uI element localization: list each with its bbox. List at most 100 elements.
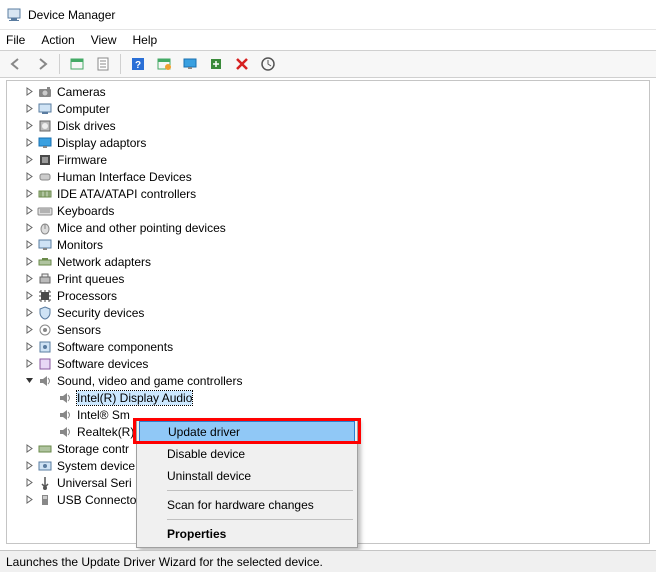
tree-item-label: Human Interface Devices	[57, 170, 192, 184]
tree-item[interactable]: Computer	[7, 100, 649, 117]
tree-item[interactable]: Firmware	[7, 151, 649, 168]
toolbar-uninstall-button[interactable]	[230, 53, 254, 75]
expand-icon[interactable]	[23, 443, 35, 455]
storage-icon	[37, 441, 53, 457]
context-menu-separator	[167, 490, 353, 491]
tree-item[interactable]: Cameras	[7, 83, 649, 100]
tree-item-label: Firmware	[57, 153, 107, 167]
status-text: Launches the Update Driver Wizard for th…	[6, 555, 323, 569]
disk-icon	[37, 118, 53, 134]
expand-icon[interactable]	[23, 341, 35, 353]
tree-item[interactable]: Print queues	[7, 270, 649, 287]
toolbar-back-button[interactable]	[4, 53, 28, 75]
tree-item[interactable]: Mice and other pointing devices	[7, 219, 649, 236]
svg-text:?: ?	[135, 60, 141, 71]
tree-item[interactable]: Software devices	[7, 355, 649, 372]
expand-icon[interactable]	[23, 103, 35, 115]
tree-item-label: Intel(R) Display Audio	[77, 391, 192, 405]
context-menu-item[interactable]: Update driver	[139, 421, 355, 443]
tree-item[interactable]: Keyboards	[7, 202, 649, 219]
expand-icon[interactable]	[23, 477, 35, 489]
expand-icon[interactable]	[23, 494, 35, 506]
tree-item[interactable]: Intel(R) Display Audio	[7, 389, 649, 406]
context-menu-item-label: Scan for hardware changes	[167, 498, 314, 512]
context-menu-item[interactable]: Uninstall device	[139, 465, 355, 487]
no-expand	[43, 392, 55, 404]
tree-item[interactable]: Monitors	[7, 236, 649, 253]
tree-item[interactable]: Sound, video and game controllers	[7, 372, 649, 389]
context-menu-item-label: Disable device	[167, 447, 245, 461]
tree-item[interactable]: Network adapters	[7, 253, 649, 270]
tree-item-label: Sensors	[57, 323, 101, 337]
expand-icon[interactable]	[23, 324, 35, 336]
computer-icon	[37, 101, 53, 117]
status-bar: Launches the Update Driver Wizard for th…	[0, 550, 656, 572]
tree-item-label: Processors	[57, 289, 117, 303]
swcomp-icon	[37, 339, 53, 355]
tree-item-label: Display adaptors	[57, 136, 146, 150]
expand-icon[interactable]	[23, 358, 35, 370]
expand-icon[interactable]	[23, 86, 35, 98]
ide-icon	[37, 186, 53, 202]
tree-item[interactable]: Processors	[7, 287, 649, 304]
toolbar-scan-hardware-button[interactable]	[256, 53, 280, 75]
no-expand	[43, 409, 55, 421]
expand-icon[interactable]	[23, 137, 35, 149]
window-title: Device Manager	[28, 8, 115, 22]
tree-item-label: IDE ATA/ATAPI controllers	[57, 187, 196, 201]
context-menu-item-label: Update driver	[168, 425, 240, 439]
mouse-icon	[37, 220, 53, 236]
tree-item[interactable]: IDE ATA/ATAPI controllers	[7, 185, 649, 202]
context-menu-separator	[167, 519, 353, 520]
toolbar: ?	[0, 50, 656, 78]
tree-item[interactable]: Human Interface Devices	[7, 168, 649, 185]
toolbar-properties-button[interactable]	[91, 53, 115, 75]
expand-icon[interactable]	[23, 171, 35, 183]
expand-icon[interactable]	[23, 460, 35, 472]
tree-item[interactable]: Security devices	[7, 304, 649, 321]
tree-item-label: Monitors	[57, 238, 103, 252]
sound-icon	[57, 390, 73, 406]
tree-item[interactable]: Software components	[7, 338, 649, 355]
cpu-icon	[37, 288, 53, 304]
toolbar-separator	[120, 54, 121, 74]
expand-icon[interactable]	[23, 239, 35, 251]
menu-action[interactable]: Action	[41, 33, 74, 47]
menu-file[interactable]: File	[6, 33, 25, 47]
tree-item-label: Keyboards	[57, 204, 114, 218]
toolbar-show-hidden-button[interactable]	[65, 53, 89, 75]
expand-icon[interactable]	[23, 256, 35, 268]
expand-icon[interactable]	[23, 154, 35, 166]
tree-item-label: Mice and other pointing devices	[57, 221, 226, 235]
context-menu-item[interactable]: Properties	[139, 523, 355, 545]
expand-icon[interactable]	[23, 188, 35, 200]
swdev-icon	[37, 356, 53, 372]
context-menu-item[interactable]: Disable device	[139, 443, 355, 465]
toolbar-forward-button[interactable]	[30, 53, 54, 75]
toolbar-monitor-button[interactable]	[178, 53, 202, 75]
expand-icon[interactable]	[23, 222, 35, 234]
toolbar-help-button[interactable]: ?	[126, 53, 150, 75]
monitor-icon	[37, 237, 53, 253]
tree-item-label: Intel® Sm	[77, 408, 130, 422]
tree-item-label: Computer	[57, 102, 110, 116]
tree-item-label: Security devices	[57, 306, 144, 320]
toolbar-update-driver-button[interactable]	[152, 53, 176, 75]
usbconn-icon	[37, 492, 53, 508]
expand-icon[interactable]	[23, 273, 35, 285]
tree-item[interactable]: Display adaptors	[7, 134, 649, 151]
expand-icon[interactable]	[23, 120, 35, 132]
network-icon	[37, 254, 53, 270]
expand-icon[interactable]	[23, 205, 35, 217]
menu-help[interactable]: Help	[133, 33, 158, 47]
context-menu-item[interactable]: Scan for hardware changes	[139, 494, 355, 516]
menu-view[interactable]: View	[91, 33, 117, 47]
context-menu-item-label: Uninstall device	[167, 469, 251, 483]
tree-item[interactable]: Disk drives	[7, 117, 649, 134]
toolbar-add-hardware-button[interactable]	[204, 53, 228, 75]
expand-icon[interactable]	[23, 307, 35, 319]
expand-icon[interactable]	[23, 290, 35, 302]
usb-icon	[37, 475, 53, 491]
collapse-icon[interactable]	[23, 375, 35, 387]
tree-item[interactable]: Sensors	[7, 321, 649, 338]
